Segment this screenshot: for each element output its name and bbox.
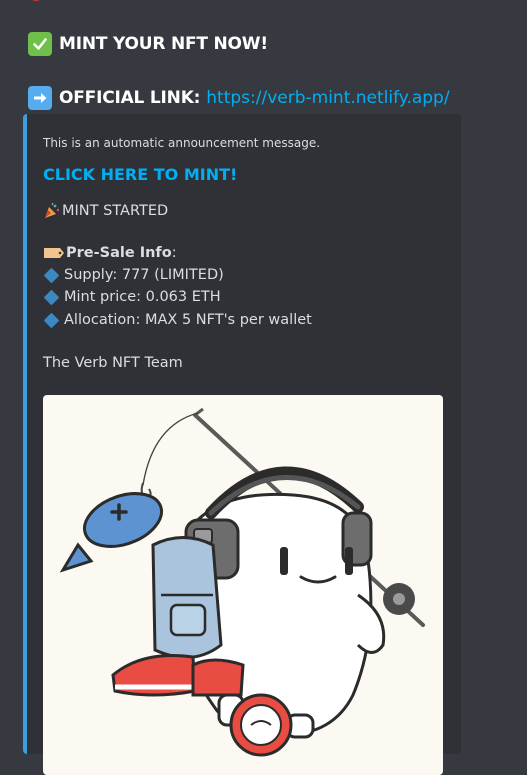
official-link-line: OFFICIAL LINK: https://verb-mint.netlify… xyxy=(28,86,450,110)
mint-started-text: MINT STARTED xyxy=(62,203,169,219)
check-mark-icon xyxy=(28,32,52,56)
signature-line: The Verb NFT Team xyxy=(43,355,183,371)
label-tag-icon xyxy=(43,246,65,260)
official-link[interactable]: https://verb-mint.netlify.app/ xyxy=(206,88,449,108)
embed-intro: This is an automatic announcement messag… xyxy=(43,136,321,150)
allocation-text: Allocation: MAX 5 NFT's per wallet xyxy=(64,312,312,328)
presale-colon: : xyxy=(171,245,177,261)
arrow-right-icon xyxy=(28,86,52,110)
allocation-line: Allocation: MAX 5 NFT's per wallet xyxy=(43,312,312,328)
presale-title: Pre-Sale Info xyxy=(66,245,172,261)
blue-diamond-icon xyxy=(43,312,60,328)
party-popper-icon xyxy=(43,202,61,220)
verb-character-illustration xyxy=(59,407,425,757)
nft-artwork-image[interactable] xyxy=(43,395,443,775)
supply-text: Supply: 777 (LIMITED) xyxy=(64,267,224,283)
mint-price-text: Mint price: 0.063 ETH xyxy=(64,289,221,305)
presale-heading: Pre-Sale Info: xyxy=(43,245,177,261)
mint-cta-link[interactable]: CLICK HERE TO MINT! xyxy=(43,165,237,184)
mint-now-line: MINT YOUR NFT NOW! xyxy=(28,32,268,56)
mint-now-text: MINT YOUR NFT NOW! xyxy=(59,34,268,54)
blue-diamond-icon xyxy=(43,289,60,305)
official-link-label: OFFICIAL LINK: xyxy=(59,88,201,108)
previous-message-fragment xyxy=(28,0,288,4)
mint-price-line: Mint price: 0.063 ETH xyxy=(43,289,221,305)
announcement-embed: This is an automatic announcement messag… xyxy=(23,114,461,775)
blue-diamond-icon xyxy=(43,267,60,283)
mint-started-line: MINT STARTED xyxy=(43,202,168,220)
supply-line: Supply: 777 (LIMITED) xyxy=(43,267,224,283)
signature-text: The Verb NFT Team xyxy=(43,355,183,371)
